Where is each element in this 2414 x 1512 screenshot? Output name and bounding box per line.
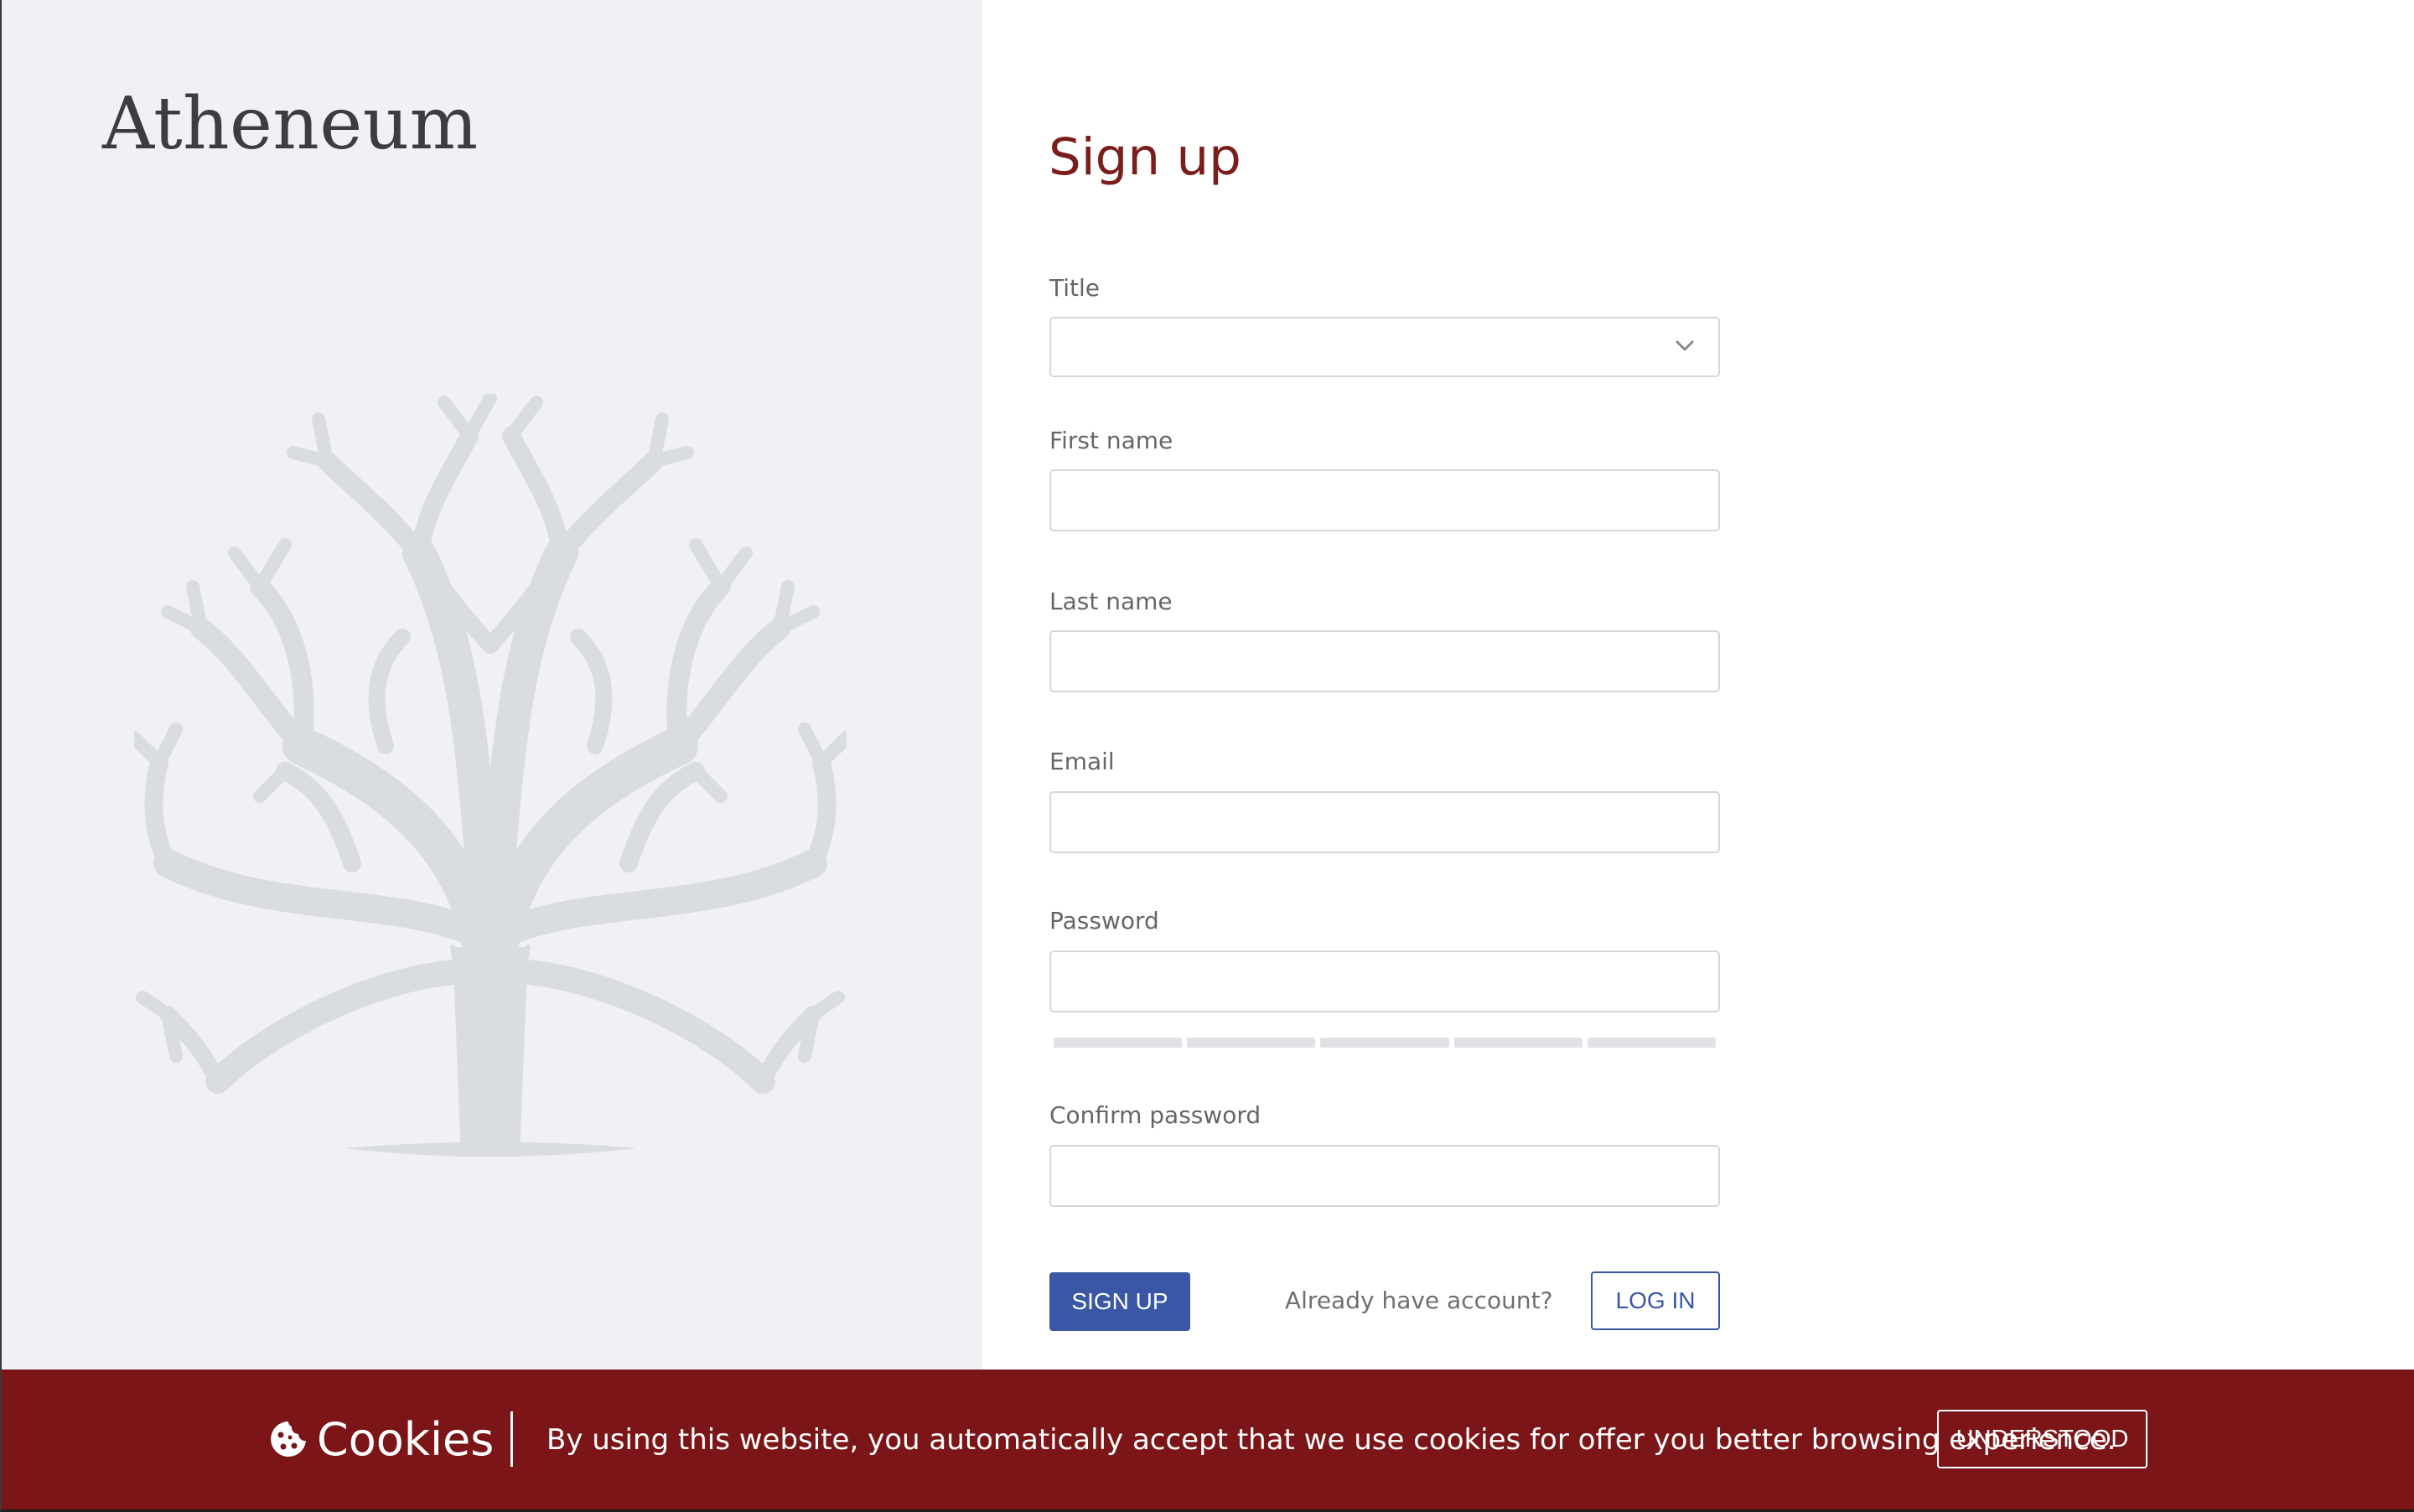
understood-button[interactable]: UNDERSTOOD	[1937, 1410, 2147, 1468]
title-select[interactable]	[1049, 317, 1720, 377]
first-name-label: First name	[1049, 427, 1173, 454]
cookie-banner: Cookies By using this website, you autom…	[0, 1370, 2414, 1512]
brand-logo-text: Atheneum	[102, 82, 479, 166]
strength-segment	[1320, 1038, 1449, 1048]
confirm-password-label: Confirm password	[1049, 1101, 1261, 1129]
confirm-password-field[interactable]	[1049, 1145, 1720, 1207]
chevron-down-icon	[1676, 340, 1694, 351]
password-field[interactable]	[1049, 950, 1720, 1012]
already-have-account-text: Already have account?	[1285, 1287, 1553, 1314]
cookie-divider	[510, 1411, 513, 1467]
sign-up-button[interactable]: SIGN UP	[1049, 1272, 1190, 1331]
brand-panel: Atheneum	[0, 0, 982, 1370]
last-name-label: Last name	[1049, 588, 1173, 615]
cookie-icon	[271, 1421, 306, 1457]
strength-segment	[1054, 1038, 1183, 1048]
page-title: Sign up	[1049, 127, 1241, 187]
strength-segment	[1187, 1038, 1316, 1048]
cookie-message: By using this website, you automatically…	[547, 1423, 2116, 1457]
password-label: Password	[1049, 907, 1159, 935]
last-name-field[interactable]	[1049, 630, 1720, 692]
strength-segment	[1587, 1038, 1717, 1048]
cookie-title: Cookies	[317, 1413, 495, 1466]
email-label: Email	[1049, 748, 1115, 775]
first-name-field[interactable]	[1049, 469, 1720, 531]
email-field[interactable]	[1049, 791, 1720, 853]
log-in-button[interactable]: LOG IN	[1591, 1271, 1720, 1330]
password-strength-meter	[1054, 1038, 1717, 1048]
tree-logo-icon	[134, 394, 847, 1157]
strength-segment	[1453, 1038, 1583, 1048]
title-label: Title	[1049, 274, 1101, 302]
